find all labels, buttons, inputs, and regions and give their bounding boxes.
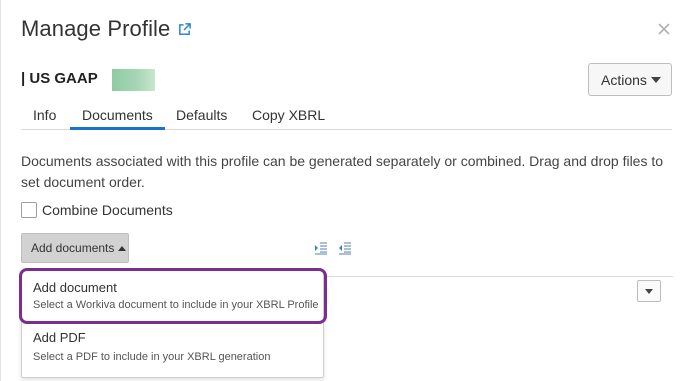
- tab-defaults[interactable]: Defaults: [176, 107, 227, 130]
- menu-item-description: Select a Workiva document to include in …: [33, 299, 319, 311]
- tab-documents[interactable]: Documents: [70, 107, 165, 130]
- combine-documents-checkbox[interactable]: [21, 202, 37, 218]
- actions-button[interactable]: Actions: [588, 63, 672, 96]
- menu-item-add-pdf[interactable]: Add PDF Select a PDF to include in your …: [22, 325, 323, 377]
- tab-copy-xbrl[interactable]: Copy XBRL: [252, 107, 325, 130]
- documents-description: Documents associated with this profile c…: [21, 153, 664, 190]
- caret-up-icon: [118, 245, 127, 251]
- dialog-title: Manage Profile: [21, 16, 171, 41]
- combine-documents-label[interactable]: Combine Documents: [42, 202, 173, 218]
- external-link-icon[interactable]: [177, 22, 192, 37]
- chevron-down-icon: [651, 77, 661, 83]
- add-documents-label: Add documents: [31, 241, 115, 255]
- tab-bar: Info Documents Defaults Copy XBRL: [21, 106, 672, 130]
- chevron-down-icon: [645, 289, 653, 294]
- add-documents-menu: Add document Select a Workiva document t…: [21, 270, 324, 378]
- menu-item-label: Add document: [33, 280, 117, 295]
- actions-label: Actions: [601, 71, 647, 88]
- row-dropdown-button[interactable]: [637, 280, 661, 302]
- menu-item-description: Select a PDF to include in your XBRL gen…: [33, 351, 271, 363]
- tab-info[interactable]: Info: [33, 107, 56, 130]
- indent-icon[interactable]: [314, 241, 328, 255]
- menu-item-add-document[interactable]: Add document Select a Workiva document t…: [22, 271, 323, 325]
- menu-item-label: Add PDF: [33, 330, 86, 345]
- profile-name: | US GAAP: [21, 70, 98, 87]
- manage-profile-dialog: Manage Profile | US GAAP Actions Info Do…: [0, 0, 692, 381]
- redacted-profile-name: [112, 69, 155, 91]
- add-documents-button[interactable]: Add documents: [21, 233, 129, 263]
- outdent-icon[interactable]: [338, 241, 352, 255]
- close-icon[interactable]: [656, 21, 672, 37]
